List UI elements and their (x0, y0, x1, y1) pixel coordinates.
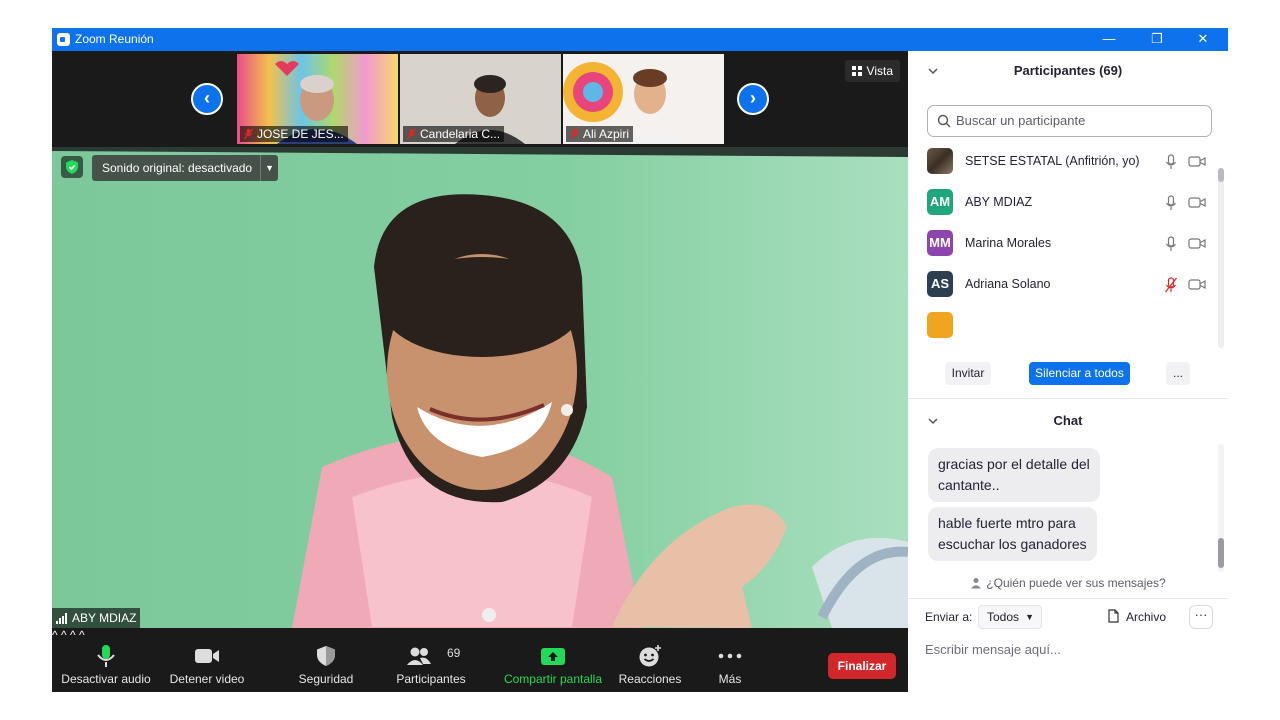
chevron-right-icon: › (750, 88, 756, 108)
participant-search-input[interactable]: Buscar un participante (927, 105, 1212, 137)
chevron-down-icon[interactable] (928, 66, 938, 76)
participant-row[interactable]: AS Adriana Solano (908, 264, 1220, 305)
chevron-left-icon: ‹ (204, 88, 210, 108)
participant-row[interactable]: AM ABY MDIAZ (908, 182, 1220, 223)
participant-row[interactable] (908, 305, 1220, 346)
chevron-down-icon[interactable] (928, 416, 938, 426)
original-sound-label: Sonido original: desactivado (102, 161, 253, 175)
stop-video-button[interactable]: Detener video (164, 628, 250, 692)
close-button[interactable]: ✕ (1180, 28, 1226, 51)
chat-title: Chat (1053, 413, 1083, 428)
participant-list: SETSE ESTATAL (Anfitrión, yo) AM ABY MDI… (908, 141, 1220, 347)
search-icon (937, 114, 951, 128)
video-camera-icon[interactable] (1188, 237, 1206, 250)
mic-muted-icon (243, 128, 254, 140)
chat-message: gracias por el detalle del cantante.. (928, 448, 1100, 502)
mute-all-button[interactable]: Silenciar a todos (1029, 362, 1130, 385)
chat-scrollbar[interactable] (1218, 444, 1224, 572)
share-screen-icon (541, 648, 565, 665)
security-button[interactable]: Seguridad (290, 628, 362, 692)
participant-thumbnail[interactable]: Ali Azpiri (563, 54, 724, 144)
restore-button[interactable]: ❐ (1134, 28, 1180, 51)
audio-options-caret[interactable]: ^ (52, 628, 58, 642)
side-panel: Participantes (69) Buscar un participant… (908, 51, 1228, 692)
scrollbar-thumb[interactable] (1218, 168, 1224, 182)
avatar: AS (927, 271, 953, 297)
next-page-button[interactable]: › (737, 83, 769, 115)
mic-muted-icon[interactable] (1165, 277, 1177, 293)
chevron-down-icon: ▼ (260, 155, 278, 181)
gallery-strip: ‹ JOSE DE JES... Candelaria C... Ali Azp… (52, 51, 908, 147)
mic-muted-icon (569, 128, 580, 140)
connection-signal-icon (56, 613, 67, 624)
share-screen-button[interactable]: Compartir pantalla (500, 628, 606, 692)
prev-page-button[interactable]: ‹ (191, 83, 223, 115)
video-camera-icon[interactable] (1188, 155, 1206, 168)
participants-icon (407, 647, 431, 665)
zoom-app-icon (57, 33, 70, 46)
invite-button[interactable]: Invitar (945, 362, 991, 385)
speaker-video-feed (52, 147, 908, 628)
scrollbar-thumb[interactable] (1218, 538, 1224, 568)
participants-title: Participantes (69) (1013, 63, 1123, 78)
avatar: MM (927, 230, 953, 256)
microphone-icon (97, 645, 115, 667)
window-title: Zoom Reunión (75, 32, 154, 46)
participant-thumbnail[interactable]: JOSE DE JES... (237, 54, 398, 144)
shield-icon (317, 646, 335, 666)
more-dots-icon (718, 653, 742, 659)
chat-header: Chat (908, 401, 1228, 441)
chat-more-button[interactable]: ··· (1189, 605, 1213, 629)
thumbnail-name: Candelaria C... (403, 126, 505, 142)
send-to-label: Enviar a: (925, 610, 973, 624)
section-divider (908, 598, 1228, 599)
reactions-button[interactable]: Reacciones (614, 628, 686, 692)
file-icon (1108, 609, 1119, 623)
minimize-button[interactable]: — (1086, 28, 1132, 51)
view-button[interactable]: Vista (844, 60, 900, 82)
participant-row[interactable]: MM Marina Morales (908, 223, 1220, 264)
video-camera-icon[interactable] (1188, 196, 1206, 209)
encryption-shield-icon[interactable] (61, 156, 83, 178)
microphone-icon[interactable] (1165, 154, 1177, 170)
reaction-smile-icon (639, 645, 661, 667)
thumbnail-name: JOSE DE JES... (240, 126, 348, 142)
meeting-toolbar: Desactivar audio ^ Detener video ^ Segur… (52, 628, 908, 692)
video-camera-icon[interactable] (1188, 278, 1206, 291)
who-can-see-link[interactable]: ¿Quién puede ver sus mensajes? (908, 576, 1228, 590)
person-icon (971, 578, 982, 589)
avatar (927, 148, 953, 174)
thumbnail-name: Ali Azpiri (566, 126, 634, 142)
chat-message: hable fuerte mtro para escuchar los gana… (928, 507, 1097, 561)
video-camera-icon (195, 649, 219, 663)
active-speaker-video: Sonido original: desactivado ▼ ABY MDIAZ (52, 147, 908, 628)
more-button[interactable]: Más (706, 628, 754, 692)
participants-count-badge: 69 (447, 646, 461, 660)
participants-button[interactable]: 69 Participantes (392, 628, 470, 692)
mute-audio-button[interactable]: Desactivar audio (58, 628, 154, 692)
speaker-name-label: ABY MDIAZ (52, 608, 141, 628)
participant-thumbnail[interactable]: Candelaria C... (400, 54, 561, 144)
participant-row[interactable]: SETSE ESTATAL (Anfitrión, yo) (908, 141, 1220, 182)
microphone-icon[interactable] (1165, 195, 1177, 211)
file-button[interactable]: Archivo (1104, 609, 1166, 624)
recipient-dropdown[interactable]: Todos ▼ (978, 605, 1043, 629)
chat-message-input[interactable] (925, 639, 1215, 659)
participants-more-button[interactable]: ... (1166, 362, 1190, 385)
participants-scrollbar[interactable] (1218, 168, 1224, 348)
microphone-icon[interactable] (1165, 236, 1177, 252)
avatar (927, 312, 953, 338)
avatar: AM (927, 189, 953, 215)
grid-view-icon (851, 66, 862, 76)
original-sound-dropdown[interactable]: Sonido original: desactivado ▼ (92, 155, 279, 181)
section-divider (908, 398, 1228, 399)
participants-header: Participantes (69) (908, 51, 1228, 91)
title-bar: Zoom Reunión — ❐ ✕ (52, 28, 1228, 51)
chevron-down-icon: ▼ (1025, 612, 1035, 622)
zoom-window: Zoom Reunión — ❐ ✕ ‹ JOSE DE JES... Cand… (52, 28, 1228, 692)
end-meeting-button[interactable]: Finalizar (828, 653, 896, 679)
mic-muted-icon (406, 128, 417, 140)
